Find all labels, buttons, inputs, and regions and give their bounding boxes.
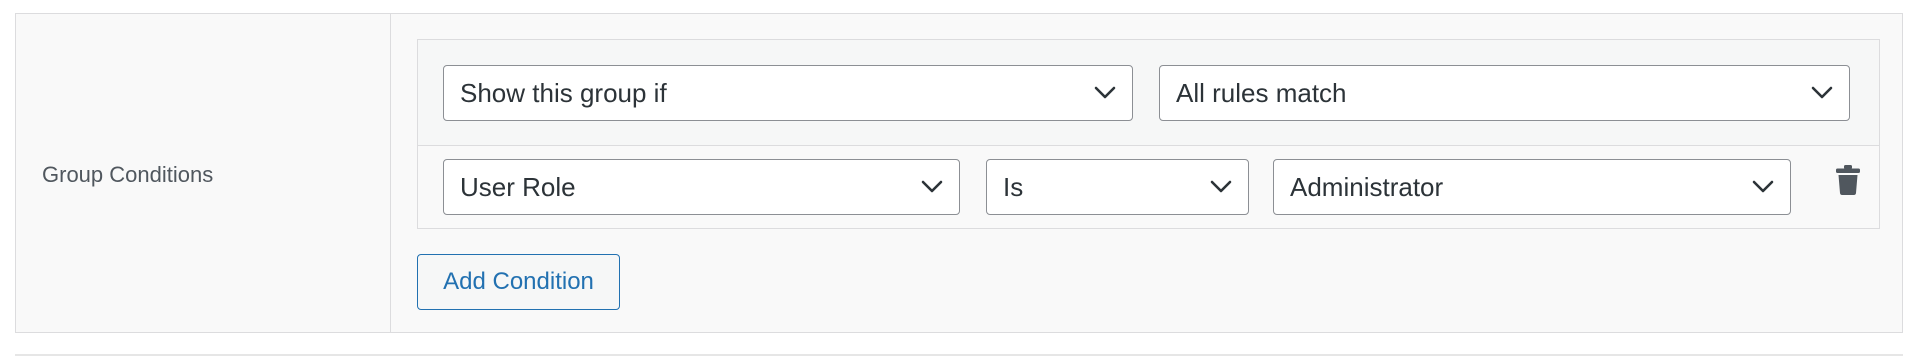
chevron-down-icon — [1811, 85, 1833, 101]
rule-group-header: Show this group if All rules match — [418, 40, 1879, 146]
chevron-down-icon — [1094, 85, 1116, 101]
rules-box: Show this group if All rules match User … — [417, 39, 1880, 229]
condition-operator-value: Is — [1003, 172, 1024, 202]
condition-field-value: User Role — [460, 172, 576, 202]
trash-icon[interactable] — [1834, 164, 1862, 196]
condition-row: User Role Is Administrator — [418, 146, 1879, 228]
match-select[interactable]: All rules match — [1159, 65, 1850, 121]
label-column: Group Conditions — [16, 14, 391, 332]
chevron-down-icon — [1752, 179, 1774, 195]
group-conditions-panel: Group Conditions Show this group if All … — [15, 13, 1903, 333]
match-select-value: All rules match — [1176, 78, 1347, 108]
condition-value-select[interactable]: Administrator — [1273, 159, 1791, 215]
chevron-down-icon — [1210, 179, 1232, 195]
visibility-select-value: Show this group if — [460, 78, 667, 108]
condition-operator-select[interactable]: Is — [986, 159, 1249, 215]
condition-value-value: Administrator — [1290, 172, 1444, 202]
visibility-select[interactable]: Show this group if — [443, 65, 1133, 121]
divider — [15, 354, 1903, 356]
group-conditions-label: Group Conditions — [42, 162, 214, 187]
chevron-down-icon — [921, 179, 943, 195]
add-condition-button[interactable]: Add Condition — [417, 254, 620, 310]
condition-field-select[interactable]: User Role — [443, 159, 960, 215]
